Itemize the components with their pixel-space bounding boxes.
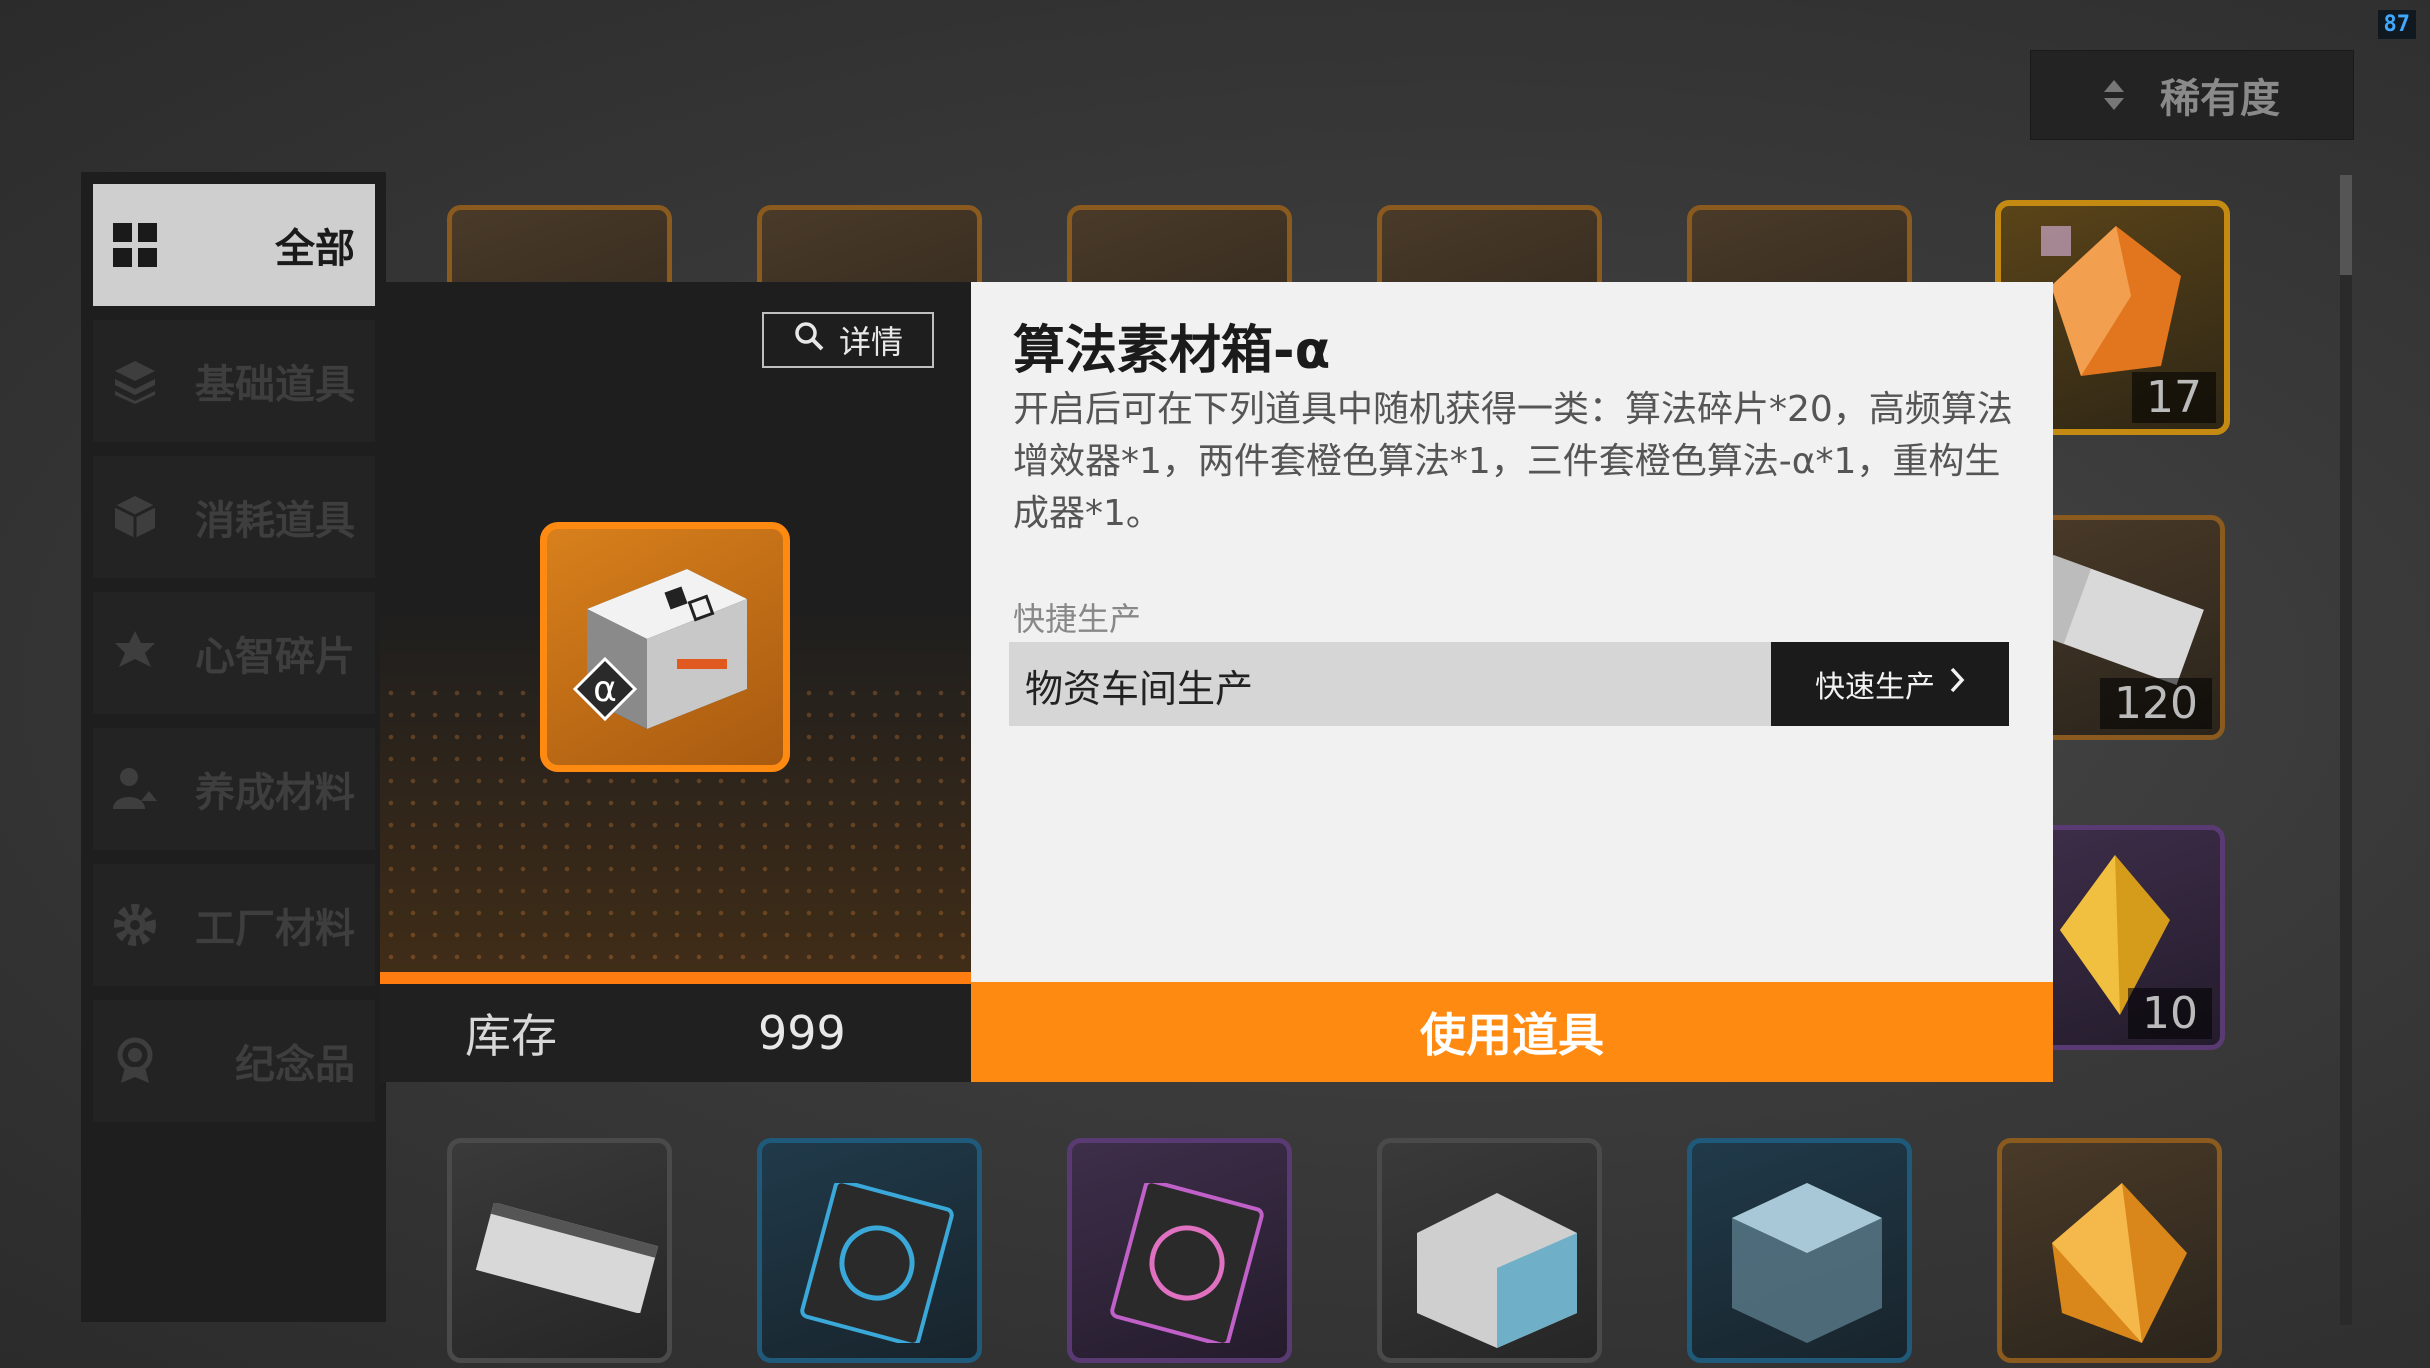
amber-gem-icon: [2052, 1183, 2187, 1343]
quick-produce-label: 快速生产: [1815, 670, 1935, 705]
level-chip-purple-icon: [1110, 1183, 1264, 1343]
rename-card-icon: [475, 1203, 659, 1313]
stock-bar: 库存 999: [380, 984, 971, 1082]
use-item-button[interactable]: 使用道具: [971, 982, 2053, 1082]
category-mind-fragment[interactable]: 心智碎片: [93, 592, 375, 714]
inventory-scrollbar[interactable]: [2340, 175, 2352, 1325]
inventory-item[interactable]: [1687, 1138, 1912, 1363]
use-item-label: 使用道具: [1420, 1008, 1604, 1062]
glass-cube-icon: [1732, 1183, 1882, 1343]
category-label: 基础道具: [195, 362, 355, 408]
inventory-item[interactable]: [1377, 1138, 1602, 1363]
category-souvenir[interactable]: 纪念品: [93, 1000, 375, 1122]
accent-line: [380, 972, 971, 984]
category-label: 心智碎片: [195, 634, 355, 680]
puzzle-icon: [111, 629, 159, 677]
item-detail-panel: 算法素材箱-α 开启后可在下列道具中随机获得一类：算法碎片*20，高频算法增效器…: [971, 282, 2053, 982]
cube-icon: [111, 493, 159, 541]
category-label: 纪念品: [235, 1042, 355, 1088]
stock-label: 库存: [465, 1009, 557, 1063]
stock-value: 999: [758, 1006, 846, 1060]
layers-icon: [111, 357, 159, 405]
item-count: 120: [2100, 678, 2212, 729]
inventory-item[interactable]: [1997, 1138, 2222, 1363]
item-count: 17: [2132, 372, 2216, 423]
category-sidebar: 全部 基础道具 消耗道具 心智碎片 养成材料 工厂材料 纪念品: [81, 172, 386, 1322]
category-label: 全部: [275, 226, 355, 272]
category-consumable[interactable]: 消耗道具: [93, 456, 375, 578]
item-count: 10: [2128, 988, 2212, 1039]
inventory-item[interactable]: [1067, 1138, 1292, 1363]
chevron-right-icon: [1949, 666, 1965, 702]
level-chip-blue-icon: [800, 1183, 954, 1343]
gear-icon: [111, 901, 159, 949]
production-source: 物资车间生产: [1025, 667, 1254, 711]
sort-label: 稀有度: [2160, 76, 2280, 122]
oasis-box-icon: [1417, 1193, 1577, 1348]
svg-text:α: α: [593, 669, 617, 710]
detail-button[interactable]: 详情: [762, 312, 934, 368]
inventory-item[interactable]: [447, 1138, 672, 1363]
category-label: 养成材料: [195, 770, 355, 816]
search-icon: [793, 320, 825, 360]
quick-produce-button[interactable]: 快速生产: [1771, 642, 2009, 726]
category-basic[interactable]: 基础道具: [93, 320, 375, 442]
category-factory[interactable]: 工厂材料: [93, 864, 375, 986]
person-upgrade-icon: [111, 765, 159, 813]
quick-production-row: 物资车间生产 快速生产: [1009, 642, 2009, 726]
item-icon-frame: α: [540, 522, 790, 772]
quick-production-label: 快捷生产: [1013, 600, 1142, 638]
random-box-icon: α: [572, 569, 747, 729]
medal-icon: [111, 1037, 159, 1085]
item-title: 算法素材箱-α: [1013, 321, 1331, 381]
item-description: 开启后可在下列道具中随机获得一类：算法碎片*20，高频算法增效器*1，两件套橙色…: [1013, 389, 2013, 534]
sort-rarity-button[interactable]: 稀有度: [2030, 50, 2354, 140]
detail-label: 详情: [838, 323, 903, 361]
category-label: 消耗道具: [195, 498, 355, 544]
item-preview-panel: 详情 α 库存 999: [380, 282, 971, 1082]
sort-arrows-icon: [2104, 80, 2124, 110]
fps-counter: 87: [2377, 10, 2416, 39]
category-label: 工厂材料: [195, 906, 355, 952]
inventory-item[interactable]: [757, 1138, 982, 1363]
category-growth[interactable]: 养成材料: [93, 728, 375, 850]
scroll-thumb[interactable]: [2340, 175, 2352, 275]
category-all[interactable]: 全部: [93, 184, 375, 306]
grid-icon: [111, 221, 159, 269]
